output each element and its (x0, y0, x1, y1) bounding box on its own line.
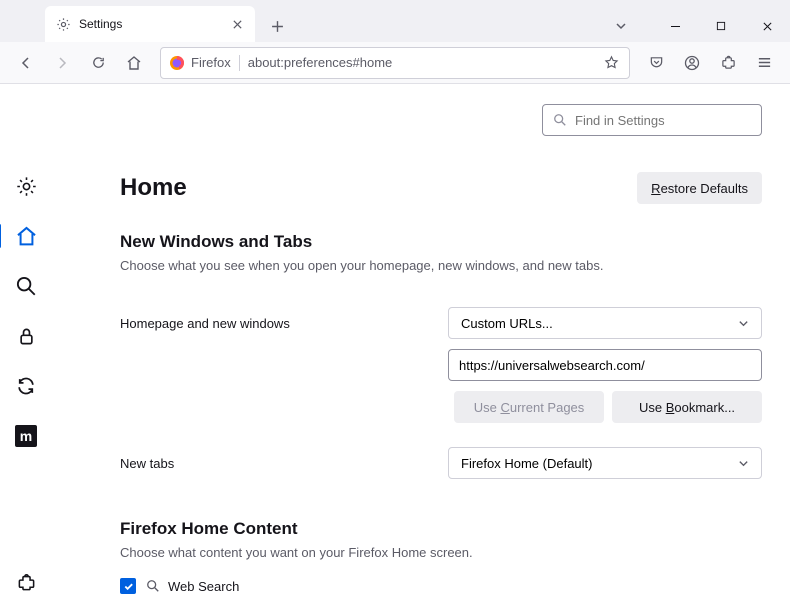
newtabs-label: New tabs (120, 456, 448, 471)
sidebar-item-more[interactable]: m (12, 422, 40, 450)
close-icon[interactable] (229, 16, 245, 32)
back-button[interactable] (10, 47, 42, 79)
chevron-down-icon (738, 318, 749, 329)
restore-defaults-button[interactable]: Restore Defaults (637, 172, 762, 204)
sidebar-item-search[interactable] (12, 272, 40, 300)
sidebar-item-general[interactable] (12, 172, 40, 200)
reload-button[interactable] (82, 47, 114, 79)
homepage-mode-value: Custom URLs... (461, 316, 553, 331)
extensions-button[interactable] (712, 47, 744, 79)
homepage-mode-select[interactable]: Custom URLs... (448, 307, 762, 339)
search-icon (146, 579, 160, 593)
tab-bar: Settings (0, 0, 790, 42)
use-bookmark-button[interactable]: Use Bookmark... (612, 391, 762, 423)
homepage-label: Homepage and new windows (120, 316, 448, 331)
firefox-icon (169, 55, 185, 71)
section-home-content-desc: Choose what content you want on your Fir… (120, 545, 762, 560)
find-in-settings-input[interactable] (575, 113, 751, 128)
account-button[interactable] (676, 47, 708, 79)
newtabs-mode-value: Firefox Home (Default) (461, 456, 592, 471)
chevron-down-icon (738, 458, 749, 469)
use-current-pages-button: Use Current Pages (454, 391, 604, 423)
section-new-windows-tabs-desc: Choose what you see when you open your h… (120, 258, 762, 273)
tab-title: Settings (79, 17, 221, 31)
bookmark-star-icon[interactable] (601, 55, 621, 70)
identity-label: Firefox (191, 55, 231, 70)
find-in-settings[interactable] (542, 104, 762, 136)
close-window-button[interactable] (744, 10, 790, 42)
sidebar-item-privacy[interactable] (12, 322, 40, 350)
url-bar[interactable]: Firefox about:preferences#home (160, 47, 630, 79)
search-icon (553, 113, 567, 127)
settings-main: Home Restore Defaults New Windows and Ta… (52, 84, 790, 616)
browser-toolbar: Firefox about:preferences#home (0, 42, 790, 84)
minimize-button[interactable] (652, 10, 698, 42)
section-home-content-title: Firefox Home Content (120, 519, 762, 539)
web-search-label: Web Search (146, 579, 239, 594)
pocket-button[interactable] (640, 47, 672, 79)
page-title: Home (120, 174, 187, 202)
sidebar-item-home[interactable] (12, 222, 40, 250)
web-search-checkbox[interactable] (120, 578, 136, 594)
sidebar-item-extensions[interactable] (12, 568, 40, 596)
app-menu-button[interactable] (748, 47, 780, 79)
settings-sidebar: m (0, 84, 52, 616)
url-text: about:preferences#home (248, 55, 593, 70)
maximize-button[interactable] (698, 10, 744, 42)
section-new-windows-tabs-title: New Windows and Tabs (120, 232, 762, 252)
new-tab-button[interactable] (261, 10, 293, 42)
home-button[interactable] (118, 47, 150, 79)
tabs-dropdown-button[interactable] (605, 10, 637, 42)
newtabs-mode-select[interactable]: Firefox Home (Default) (448, 447, 762, 479)
gear-icon (55, 16, 71, 32)
homepage-url-input[interactable] (448, 349, 762, 381)
browser-tab[interactable]: Settings (45, 6, 255, 42)
site-identity[interactable]: Firefox (169, 55, 240, 71)
sidebar-item-sync[interactable] (12, 372, 40, 400)
forward-button (46, 47, 78, 79)
